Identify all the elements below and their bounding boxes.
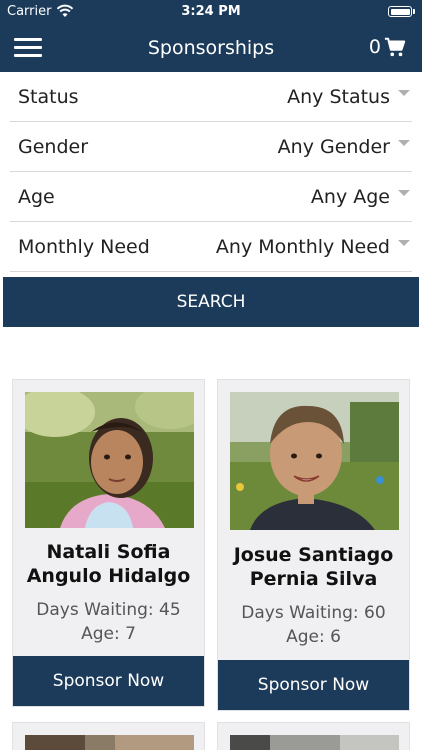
chevron-down-icon	[398, 89, 410, 96]
child-name: Josue Santiago Pernia Silva	[218, 543, 409, 591]
child-photo-image	[25, 735, 194, 750]
child-last-names: Pernia Silva	[249, 568, 378, 590]
cart-icon	[384, 37, 406, 57]
filter-row-age: Age Any Age	[10, 172, 412, 222]
child-photo[interactable]	[230, 392, 399, 530]
child-photo[interactable]	[230, 735, 399, 750]
child-details: Days Waiting: 45 Age: 7	[13, 598, 204, 646]
clock: 3:24 PM	[181, 4, 241, 19]
filter-list: Status Any Status Gender Any Gender Age …	[0, 72, 422, 272]
search-button[interactable]: SEARCH	[3, 277, 419, 327]
sponsor-now-button[interactable]: Sponsor Now	[13, 656, 204, 706]
filter-row-status: Status Any Status	[10, 72, 412, 122]
child-details: Days Waiting: 60 Age: 6	[218, 601, 409, 649]
battery-icon	[388, 6, 415, 17]
gender-select[interactable]: Any Gender	[278, 136, 412, 158]
child-photo[interactable]	[25, 392, 194, 528]
child-first-names: Josue Santiago	[233, 544, 394, 566]
child-photo-image	[230, 392, 399, 530]
child-photo-image	[25, 392, 194, 528]
filter-row-monthly-need: Monthly Need Any Monthly Need	[10, 222, 412, 272]
filter-value: Any Age	[310, 185, 390, 208]
filter-label: Gender	[18, 135, 89, 158]
child-card: Josue Santiago Pernia Silva Days Waiting…	[217, 379, 410, 711]
child-first-names: Natali Sofia	[46, 541, 171, 563]
filter-value: Any Gender	[277, 135, 390, 158]
filter-row-gender: Gender Any Gender	[10, 122, 412, 172]
child-card	[217, 722, 410, 750]
child-age: Age: 6	[286, 627, 341, 647]
days-waiting: Days Waiting: 45	[36, 600, 181, 620]
chevron-down-icon	[398, 239, 410, 246]
filter-value: Any Monthly Need	[215, 235, 390, 258]
filter-value: Any Status	[287, 85, 390, 108]
child-photo-image	[230, 735, 399, 750]
chevron-down-icon	[398, 139, 410, 146]
child-card	[12, 722, 205, 750]
filter-label: Monthly Need	[18, 235, 150, 258]
days-waiting: Days Waiting: 60	[241, 603, 386, 623]
child-photo[interactable]	[25, 735, 194, 750]
chevron-down-icon	[398, 189, 410, 196]
age-select[interactable]: Any Age	[311, 186, 412, 208]
filter-label: Age	[18, 185, 55, 208]
child-age: Age: 7	[81, 624, 136, 644]
monthly-need-select[interactable]: Any Monthly Need	[216, 236, 412, 258]
sponsor-now-button[interactable]: Sponsor Now	[218, 660, 409, 710]
page-title: Sponsorships	[147, 37, 275, 59]
filter-label: Status	[18, 85, 79, 108]
status-select[interactable]: Any Status	[287, 86, 412, 108]
app-header: Carrier 3:24 PM Sponsorships 0	[0, 0, 422, 72]
child-last-names: Angulo Hidalgo	[26, 565, 191, 587]
cart-button[interactable]: 0	[369, 36, 406, 58]
status-bar: Carrier 3:24 PM	[0, 0, 422, 24]
child-card: Natali Sofia Angulo Hidalgo Days Waiting…	[12, 379, 205, 707]
cart-count: 0	[368, 36, 381, 58]
child-name: Natali Sofia Angulo Hidalgo	[13, 540, 204, 588]
